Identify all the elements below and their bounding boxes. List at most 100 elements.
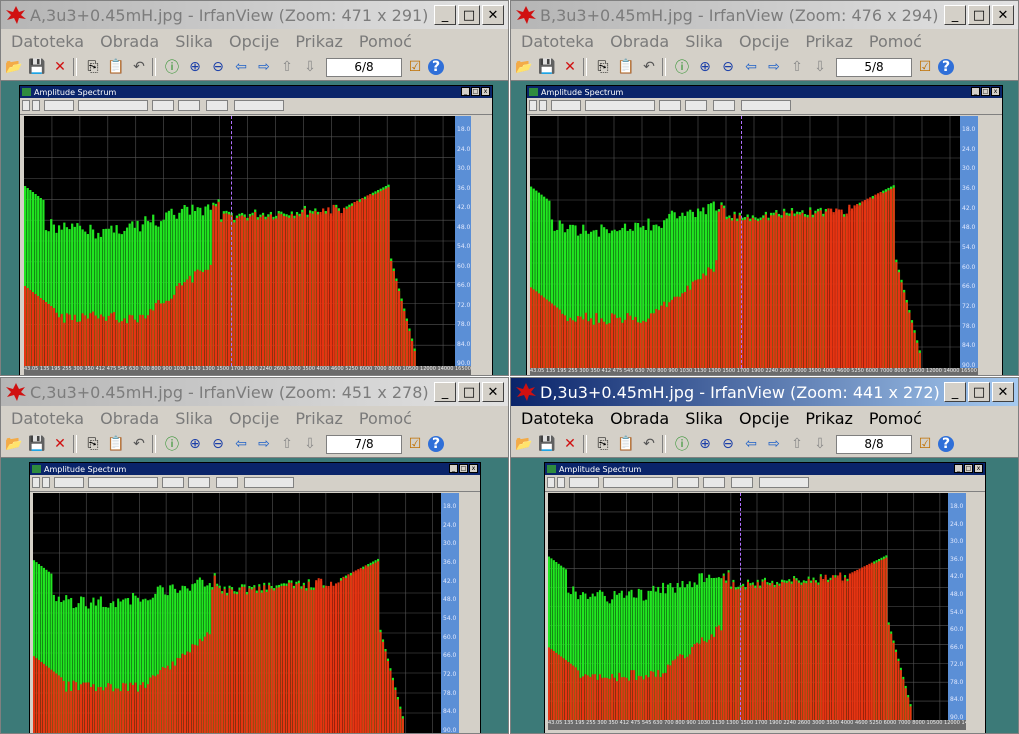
page-number-field[interactable]: 8/8 — [836, 434, 912, 454]
irfanview-window-d[interactable]: D,3u3+0.45mH.jpg - IrfanView (Zoom: 441 … — [510, 377, 1019, 734]
zoom-out-icon[interactable]: ⊖ — [718, 434, 738, 454]
spectrum-minimize-button[interactable]: _ — [461, 87, 470, 96]
copy-icon[interactable]: ⎘ — [83, 57, 103, 77]
page-number-field[interactable]: 6/8 — [326, 57, 402, 77]
spectrum-close-button[interactable]: x — [481, 87, 490, 96]
minimize-button[interactable]: _ — [434, 382, 456, 402]
menu-item-prikaz[interactable]: Prikaz — [295, 409, 343, 428]
spectrum-control-7[interactable] — [244, 477, 294, 488]
spectrum-control-5[interactable] — [685, 100, 707, 111]
menu-item-pomoć[interactable]: Pomoć — [359, 409, 412, 428]
spectrum-control-3[interactable] — [88, 477, 158, 488]
menu-item-opcije[interactable]: Opcije — [739, 409, 789, 428]
copy-icon[interactable]: ⎘ — [593, 57, 613, 77]
last-icon[interactable]: ⇩ — [300, 434, 320, 454]
zoom-out-icon[interactable]: ⊖ — [208, 57, 228, 77]
image-view[interactable]: Amplitude Spectrum _ □ x 18.0 24.0 30.0 36.0 4… — [1, 81, 508, 375]
first-icon[interactable]: ⇧ — [787, 434, 807, 454]
minimize-button[interactable]: _ — [434, 5, 456, 25]
settings-icon[interactable]: ☑ — [915, 434, 935, 454]
menu-item-slika[interactable]: Slika — [685, 32, 723, 51]
menu-item-datoteka[interactable]: Datoteka — [521, 32, 594, 51]
spectrum-control-0[interactable] — [529, 100, 537, 111]
spectrum-control-4[interactable] — [659, 100, 681, 111]
delete-icon[interactable]: ✕ — [560, 57, 580, 77]
spectrum-control-6[interactable] — [216, 477, 238, 488]
menu-item-obrada[interactable]: Obrada — [100, 409, 159, 428]
spectrum-control-1[interactable] — [539, 100, 547, 111]
prev-icon[interactable]: ⇦ — [231, 57, 251, 77]
spectrum-control-2[interactable] — [44, 100, 74, 111]
close-button[interactable]: ✕ — [992, 5, 1014, 25]
info-icon[interactable]: ⓘ — [162, 57, 182, 77]
maximize-button[interactable]: □ — [968, 5, 990, 25]
first-icon[interactable]: ⇧ — [277, 434, 297, 454]
minimize-button[interactable]: _ — [944, 5, 966, 25]
spectrum-control-2[interactable] — [569, 477, 599, 488]
last-icon[interactable]: ⇩ — [810, 57, 830, 77]
image-view[interactable]: Amplitude Spectrum _ □ x 18.0 24.0 30.0 36.0 4… — [511, 458, 1018, 733]
title-bar[interactable]: A,3u3+0.45mH.jpg - IrfanView (Zoom: 471 … — [1, 1, 508, 29]
info-icon[interactable]: ⓘ — [672, 57, 692, 77]
spectrum-minimize-button[interactable]: _ — [954, 464, 963, 473]
open-icon[interactable]: 📂 — [514, 434, 534, 454]
spectrum-control-6[interactable] — [206, 100, 228, 111]
zoom-in-icon[interactable]: ⊕ — [185, 434, 205, 454]
spectrum-control-1[interactable] — [557, 477, 565, 488]
prev-icon[interactable]: ⇦ — [741, 434, 761, 454]
paste-icon[interactable]: 📋 — [106, 57, 126, 77]
settings-icon[interactable]: ☑ — [405, 434, 425, 454]
zoom-out-icon[interactable]: ⊖ — [208, 434, 228, 454]
image-view[interactable]: Amplitude Spectrum _ □ x 18.0 24.0 30.0 36.0 4… — [1, 458, 508, 733]
settings-icon[interactable]: ☑ — [405, 57, 425, 77]
title-bar[interactable]: D,3u3+0.45mH.jpg - IrfanView (Zoom: 441 … — [511, 378, 1018, 406]
prev-icon[interactable]: ⇦ — [741, 57, 761, 77]
spectrum-control-4[interactable] — [152, 100, 174, 111]
undo-icon[interactable]: ↶ — [129, 434, 149, 454]
frequency-cursor[interactable] — [740, 116, 742, 368]
open-icon[interactable]: 📂 — [4, 434, 24, 454]
menu-item-slika[interactable]: Slika — [685, 409, 723, 428]
undo-icon[interactable]: ↶ — [129, 57, 149, 77]
menu-item-slika[interactable]: Slika — [175, 409, 213, 428]
info-icon[interactable]: ⓘ — [672, 434, 692, 454]
delete-icon[interactable]: ✕ — [560, 434, 580, 454]
undo-icon[interactable]: ↶ — [639, 434, 659, 454]
delete-icon[interactable]: ✕ — [50, 434, 70, 454]
help-icon[interactable]: ? — [938, 436, 954, 452]
menu-item-opcije[interactable]: Opcije — [229, 409, 279, 428]
open-icon[interactable]: 📂 — [4, 57, 24, 77]
save-icon[interactable]: 💾 — [27, 57, 47, 77]
irfanview-window-b[interactable]: B,3u3+0.45mH.jpg - IrfanView (Zoom: 476 … — [510, 0, 1019, 376]
spectrum-control-2[interactable] — [54, 477, 84, 488]
spectrum-control-2[interactable] — [551, 100, 581, 111]
menu-item-obrada[interactable]: Obrada — [610, 32, 669, 51]
spectrum-control-3[interactable] — [603, 477, 673, 488]
spectrum-control-5[interactable] — [178, 100, 200, 111]
maximize-button[interactable]: □ — [458, 5, 480, 25]
spectrum-maximize-button[interactable]: □ — [471, 87, 480, 96]
spectrum-control-4[interactable] — [162, 477, 184, 488]
maximize-button[interactable]: □ — [458, 382, 480, 402]
title-bar[interactable]: B,3u3+0.45mH.jpg - IrfanView (Zoom: 476 … — [511, 1, 1018, 29]
copy-icon[interactable]: ⎘ — [593, 434, 613, 454]
delete-icon[interactable]: ✕ — [50, 57, 70, 77]
spectrum-control-0[interactable] — [547, 477, 555, 488]
copy-icon[interactable]: ⎘ — [83, 434, 103, 454]
save-icon[interactable]: 💾 — [27, 434, 47, 454]
help-icon[interactable]: ? — [428, 436, 444, 452]
next-icon[interactable]: ⇨ — [764, 434, 784, 454]
last-icon[interactable]: ⇩ — [300, 57, 320, 77]
prev-icon[interactable]: ⇦ — [231, 434, 251, 454]
paste-icon[interactable]: 📋 — [106, 434, 126, 454]
info-icon[interactable]: ⓘ — [162, 434, 182, 454]
paste-icon[interactable]: 📋 — [616, 57, 636, 77]
close-button[interactable]: ✕ — [482, 5, 504, 25]
first-icon[interactable]: ⇧ — [787, 57, 807, 77]
open-icon[interactable]: 📂 — [514, 57, 534, 77]
frequency-cursor[interactable] — [230, 116, 232, 366]
menu-item-datoteka[interactable]: Datoteka — [11, 409, 84, 428]
spectrum-minimize-button[interactable]: _ — [971, 87, 980, 96]
spectrum-control-7[interactable] — [234, 100, 284, 111]
menu-item-opcije[interactable]: Opcije — [229, 32, 279, 51]
